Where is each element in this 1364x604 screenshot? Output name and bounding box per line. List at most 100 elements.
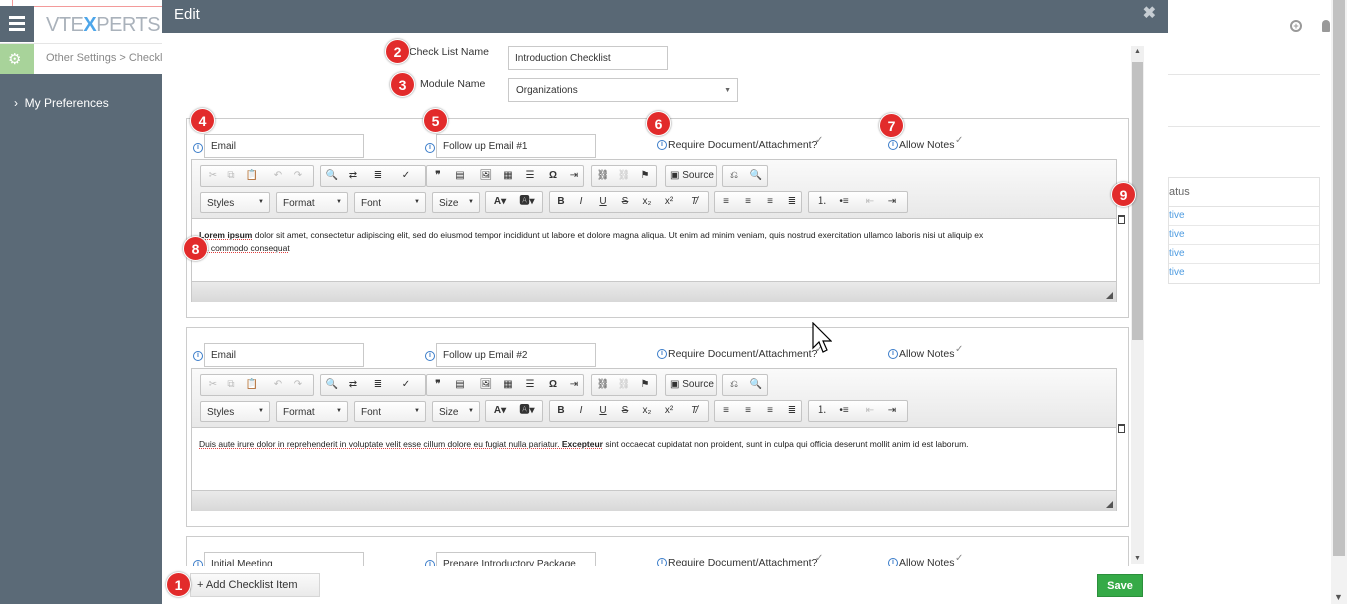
select-all-icon[interactable]: ≣ [369, 168, 387, 184]
preview-icon[interactable]: 🔍 [747, 168, 765, 184]
checklist-name-input[interactable]: Introduction Checklist [508, 46, 668, 70]
font-dropdown[interactable]: Font ▼ [354, 192, 426, 213]
info-icon[interactable]: i [425, 560, 435, 566]
item-type-input[interactable]: Initial Meeting [204, 552, 364, 566]
align-center-icon[interactable]: ≡ [739, 403, 757, 419]
link-icon[interactable]: ⛓ [594, 377, 612, 393]
add-circle-icon[interactable]: + [1290, 20, 1302, 32]
copy-icon[interactable]: ⧉ [222, 377, 240, 393]
sidebar-item-my-preferences[interactable]: › My Preferences [14, 96, 109, 110]
anchor-icon[interactable]: ⚑ [636, 377, 654, 393]
info-icon[interactable]: i [888, 140, 898, 150]
blockquote-icon[interactable]: ❞ [429, 168, 447, 184]
justify-icon[interactable]: ≣ [783, 403, 801, 419]
subscript-icon[interactable]: x₂ [638, 194, 656, 210]
window-scrollbar[interactable]: ▼ [1331, 0, 1347, 604]
superscript-icon[interactable]: x² [660, 194, 678, 210]
text-color-icon[interactable]: A▾ [488, 194, 512, 210]
settings-gear-icon[interactable]: ⚙ [0, 44, 34, 74]
resize-grip-icon[interactable] [1106, 501, 1113, 508]
horizontal-line-icon[interactable]: ☰ [521, 377, 539, 393]
allow-notes-checkbox[interactable]: ✓ [955, 345, 965, 355]
size-dropdown[interactable]: Size ▼ [432, 192, 480, 213]
bold-icon[interactable]: B [552, 194, 570, 210]
align-right-icon[interactable]: ≡ [761, 403, 779, 419]
require-document-checkbox[interactable]: ✓ [815, 554, 825, 564]
numbered-list-icon[interactable]: ⒈ [813, 403, 831, 419]
templates-icon[interactable]: ⎌ [725, 168, 743, 184]
trash-icon[interactable] [1118, 424, 1125, 433]
find-icon[interactable]: 🔍 [323, 377, 341, 393]
undo-icon[interactable]: ↶ [269, 377, 287, 393]
size-dropdown[interactable]: Size ▼ [432, 401, 480, 422]
bulleted-list-icon[interactable]: •≡ [835, 194, 853, 210]
info-icon[interactable]: i [425, 143, 435, 153]
info-icon[interactable]: i [193, 143, 203, 153]
unlink-icon[interactable]: ⛓ [615, 377, 633, 393]
background-color-icon[interactable]: 🅰▾ [515, 403, 539, 419]
image-icon[interactable]: 🖼 [477, 377, 495, 393]
source-button[interactable]: ▣ Source [670, 377, 720, 393]
templates-icon[interactable]: ⎌ [725, 377, 743, 393]
close-icon[interactable]: ✖ [1143, 3, 1156, 23]
indent-icon[interactable]: ⇥ [883, 194, 901, 210]
paste-icon[interactable]: 📋 [243, 168, 261, 184]
cut-icon[interactable]: ✂ [204, 168, 222, 184]
horizontal-line-icon[interactable]: ☰ [521, 168, 539, 184]
subscript-icon[interactable]: x₂ [638, 403, 656, 419]
editor-content[interactable]: Lorem ipsum dolor sit amet, consectetur … [192, 220, 1116, 280]
align-right-icon[interactable]: ≡ [761, 194, 779, 210]
info-icon[interactable]: i [657, 558, 667, 566]
unlink-icon[interactable]: ⛓ [615, 168, 633, 184]
remove-format-icon[interactable]: T̸ [685, 194, 703, 210]
outdent-icon[interactable]: ⇤ [861, 194, 879, 210]
align-left-icon[interactable]: ≡ [717, 194, 735, 210]
special-char-icon[interactable]: Ω [544, 377, 562, 393]
item-type-input[interactable]: Email [204, 343, 364, 367]
user-icon[interactable] [1322, 20, 1330, 32]
numbered-list-icon[interactable]: ⒈ [813, 194, 831, 210]
item-title-input[interactable]: Prepare Introductory Package [436, 552, 596, 566]
page-break-icon[interactable]: ⇥ [565, 377, 583, 393]
status-cell[interactable]: tive [1169, 245, 1319, 264]
info-icon[interactable]: i [193, 351, 203, 361]
source-button[interactable]: ▣ Source [670, 168, 720, 184]
underline-icon[interactable]: U [594, 194, 612, 210]
page-break-icon[interactable]: ⇥ [565, 168, 583, 184]
format-dropdown[interactable]: Format ▼ [276, 192, 348, 213]
styles-dropdown[interactable]: Styles ▼ [200, 401, 270, 422]
spellcheck-icon[interactable]: ✓ [397, 377, 415, 393]
info-icon[interactable]: i [193, 560, 203, 566]
cut-icon[interactable]: ✂ [204, 377, 222, 393]
info-icon[interactable]: i [425, 351, 435, 361]
item-title-input[interactable]: Follow up Email #2 [436, 343, 596, 367]
require-document-checkbox[interactable]: ✓ [815, 136, 825, 146]
anchor-icon[interactable]: ⚑ [636, 168, 654, 184]
image-icon[interactable]: 🖼 [477, 168, 495, 184]
underline-icon[interactable]: U [594, 403, 612, 419]
remove-format-icon[interactable]: T̸ [685, 403, 703, 419]
status-cell[interactable]: tive [1169, 226, 1319, 245]
table-icon[interactable]: ▦ [499, 168, 517, 184]
breadcrumb[interactable]: Other Settings > Checklist [46, 52, 173, 64]
special-char-icon[interactable]: Ω [544, 168, 562, 184]
status-cell[interactable]: tive [1169, 207, 1319, 226]
bulleted-list-icon[interactable]: •≡ [835, 403, 853, 419]
div-icon[interactable]: ▤ [451, 377, 469, 393]
div-icon[interactable]: ▤ [451, 168, 469, 184]
align-left-icon[interactable]: ≡ [717, 403, 735, 419]
status-cell[interactable]: tive [1169, 264, 1319, 283]
italic-icon[interactable]: I [572, 194, 590, 210]
trash-icon[interactable] [1118, 215, 1125, 224]
table-icon[interactable]: ▦ [499, 377, 517, 393]
styles-dropdown[interactable]: Styles ▼ [200, 192, 270, 213]
info-icon[interactable]: i [657, 140, 667, 150]
save-button[interactable]: Save [1097, 574, 1143, 597]
info-icon[interactable]: i [888, 349, 898, 359]
modal-scrollbar[interactable]: ▲ ▼ [1131, 46, 1144, 564]
strikethrough-icon[interactable]: S [616, 403, 634, 419]
format-dropdown[interactable]: Format ▼ [276, 401, 348, 422]
font-dropdown[interactable]: Font ▼ [354, 401, 426, 422]
copy-icon[interactable]: ⧉ [222, 168, 240, 184]
indent-icon[interactable]: ⇥ [883, 403, 901, 419]
